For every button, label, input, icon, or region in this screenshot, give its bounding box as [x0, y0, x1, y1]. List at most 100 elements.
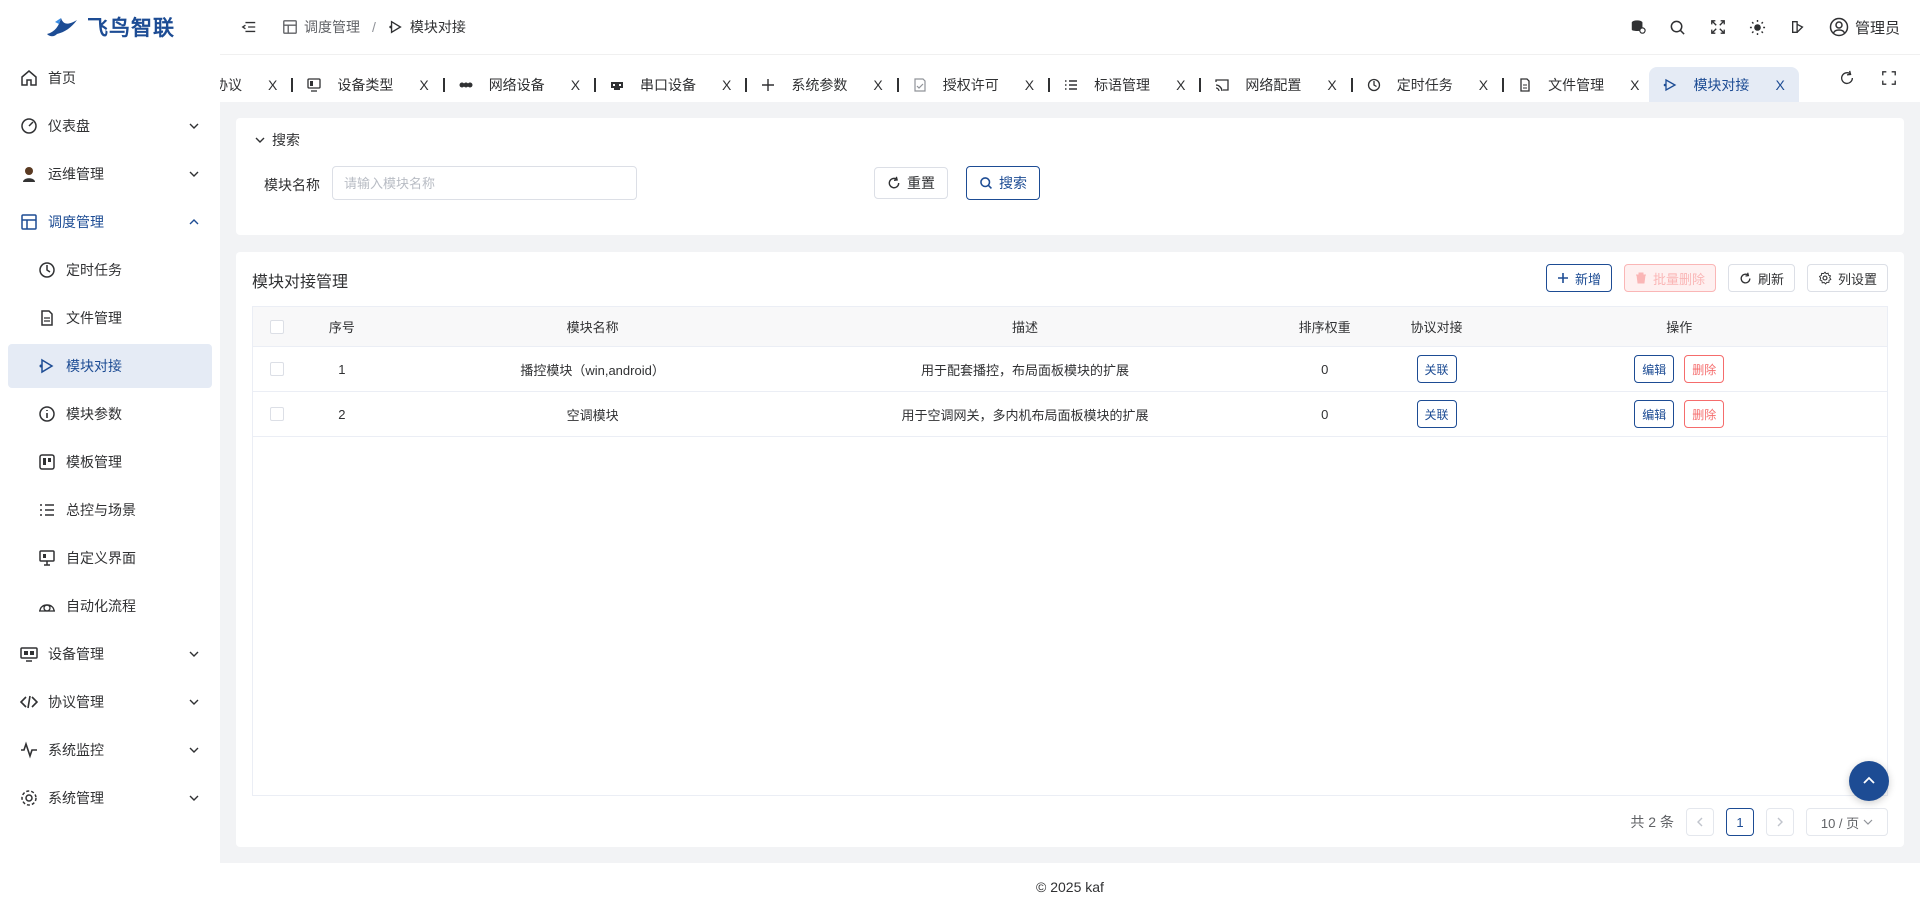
edit-button[interactable]: 编辑: [1634, 400, 1675, 428]
back-to-top-button[interactable]: [1849, 761, 1889, 801]
refresh-icon: [888, 176, 900, 189]
logo[interactable]: 飞鸟智联: [0, 0, 220, 54]
select-all-checkbox[interactable]: [269, 319, 284, 334]
tab-separator: [896, 78, 899, 92]
search-icon[interactable]: [1669, 18, 1687, 36]
page-size-value: 10 / 页: [1820, 815, 1860, 831]
batch-delete-button[interactable]: 批量删除: [1623, 264, 1716, 292]
sidebar-item-home[interactable]: 首页: [0, 54, 220, 102]
close-icon[interactable]: X: [1630, 77, 1639, 93]
refresh-icon[interactable]: [1838, 69, 1856, 87]
sidebar-subitem-scenes[interactable]: 总控与场景: [0, 486, 220, 534]
page-number-button[interactable]: 1: [1726, 808, 1754, 836]
tab-protocol[interactable]: 协议 X: [220, 67, 287, 102]
close-icon[interactable]: X: [873, 77, 882, 93]
clock-icon: [38, 261, 56, 279]
sidebar-subitem-templates[interactable]: 模板管理: [0, 438, 220, 486]
sun-icon[interactable]: [1749, 18, 1767, 36]
sidebar-subitem-automation[interactable]: 自动化流程: [0, 582, 220, 630]
sidebar-item-protocols[interactable]: 协议管理: [0, 678, 220, 726]
row-checkbox[interactable]: [269, 407, 284, 421]
add-button[interactable]: 新增: [1545, 264, 1612, 292]
row-checkbox[interactable]: [269, 362, 284, 376]
sidebar-item-schedule[interactable]: 调度管理: [0, 198, 220, 246]
sidebar-subitem-module-params[interactable]: 模块参数: [0, 390, 220, 438]
sidebar-item-system[interactable]: 系统管理: [0, 774, 220, 822]
close-icon[interactable]: X: [722, 77, 731, 93]
tab-scheduled-tasks[interactable]: 定时任务 X: [1357, 67, 1498, 102]
close-icon[interactable]: X: [419, 77, 428, 93]
fullscreen-icon[interactable]: [1880, 69, 1898, 87]
tab-separator: [1199, 78, 1202, 92]
sidebar-subitem-custom-ui[interactable]: 自定义界面: [0, 534, 220, 582]
tab-network-devices[interactable]: 网络设备 X: [449, 67, 590, 102]
bird-logo-icon: [47, 18, 77, 37]
column-header: 操作: [1666, 320, 1693, 335]
delete-button[interactable]: 删除: [1684, 400, 1725, 428]
link-protocol-button[interactable]: 关联: [1416, 355, 1457, 383]
page-size-select[interactable]: 10 / 页: [1806, 808, 1888, 836]
chevron-down-icon: [1863, 819, 1873, 825]
tab-network-config[interactable]: 网络配置 X: [1205, 67, 1346, 102]
menu-fold-icon[interactable]: [240, 18, 258, 36]
gauge-icon: [20, 117, 38, 135]
search-panel-toggle[interactable]: 搜索: [254, 130, 300, 150]
tab-separator: [442, 78, 445, 92]
sidebar-subitem-files[interactable]: 文件管理: [0, 294, 220, 342]
close-icon[interactable]: X: [1176, 77, 1185, 93]
sidebar-subitem-scheduled-tasks[interactable]: 定时任务: [0, 246, 220, 294]
worker-icon: [20, 165, 38, 183]
sidebar-item-dashboard[interactable]: 仪表盘: [0, 102, 220, 150]
search-button-label: 搜索: [999, 175, 1027, 191]
prev-page-button[interactable]: [1686, 808, 1714, 836]
breadcrumb-separator: /: [372, 19, 376, 35]
database-switch-icon[interactable]: [1629, 18, 1647, 36]
user-menu[interactable]: 管理员: [1829, 17, 1900, 38]
sidebar-item-ops[interactable]: 运维管理: [0, 150, 220, 198]
module-name-input[interactable]: [332, 166, 637, 200]
sidebar-item-devices[interactable]: 设备管理: [0, 630, 220, 678]
close-icon[interactable]: X: [1775, 77, 1784, 93]
trash-icon: [1635, 272, 1646, 284]
breadcrumb-parent[interactable]: 调度管理: [282, 17, 360, 37]
table-row: 2 空调模块 用于空调网关，多内机布局面板模块的扩展 0 关联 编辑 删除: [253, 392, 1887, 437]
tab-serial-devices[interactable]: 串口设备 X: [600, 67, 741, 102]
link-protocol-button[interactable]: 关联: [1416, 400, 1457, 428]
schedule-icon: [283, 20, 297, 34]
reset-button[interactable]: 重置: [874, 167, 948, 199]
tabs-bar: 协议 X 设备类型 X 网络设备 X 串口设备 X 系统参数 X: [220, 54, 1920, 102]
file-icon: [1518, 78, 1532, 92]
tab-device-type[interactable]: 设备类型 X: [297, 67, 438, 102]
fullscreen-icon[interactable]: [1709, 18, 1727, 36]
delete-button[interactable]: 删除: [1684, 355, 1725, 383]
user-avatar-icon: [1829, 17, 1849, 37]
close-icon[interactable]: X: [268, 77, 277, 93]
tab-label: 标语管理: [1094, 77, 1151, 93]
refresh-button[interactable]: 刷新: [1727, 264, 1795, 292]
tab-label: 系统参数: [791, 77, 848, 93]
row-description: 用于配套播控，布局面板模块的扩展: [921, 362, 1130, 378]
gear-icon: [1818, 271, 1832, 285]
theme-icon[interactable]: [1789, 18, 1807, 36]
close-icon[interactable]: X: [1327, 77, 1336, 93]
tab-separator: [1350, 78, 1353, 92]
tab-slogans[interactable]: 标语管理 X: [1054, 67, 1195, 102]
cast-icon: [1215, 78, 1230, 92]
edit-button[interactable]: 编辑: [1634, 355, 1675, 383]
tab-module-integration[interactable]: 模块对接 X: [1649, 67, 1799, 102]
next-page-button[interactable]: [1766, 808, 1794, 836]
top-header: 调度管理 / 模块对接 管理员: [220, 0, 1920, 54]
tab-files[interactable]: 文件管理 X: [1508, 67, 1649, 102]
sidebar-subitem-module-integration[interactable]: 模块对接: [8, 344, 212, 388]
column-settings-button[interactable]: 列设置: [1806, 264, 1888, 292]
row-sort-weight: 0: [1321, 361, 1329, 377]
close-icon[interactable]: X: [571, 77, 580, 93]
search-button[interactable]: 搜索: [966, 166, 1040, 200]
module-link-icon: [389, 20, 402, 34]
close-icon[interactable]: X: [1479, 77, 1488, 93]
sidebar: 飞鸟智联 首页 仪表盘 运维管理 调度管理 定时任务 文件管理 模块对接 模块参…: [0, 0, 220, 911]
tab-license[interactable]: 授权许可 X: [903, 67, 1044, 102]
close-icon[interactable]: X: [1025, 77, 1034, 93]
tab-system-params[interactable]: 系统参数 X: [751, 67, 892, 102]
sidebar-item-monitor[interactable]: 系统监控: [0, 726, 220, 774]
